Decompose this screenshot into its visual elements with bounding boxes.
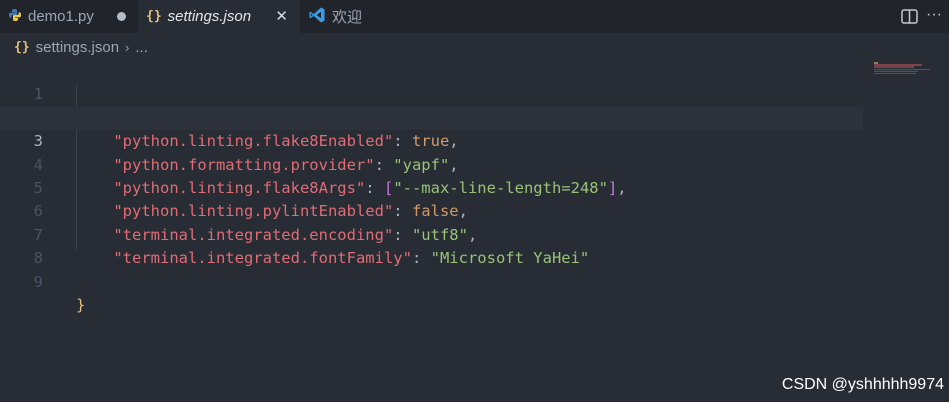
minimap-line (874, 72, 916, 75)
code-line-7: 7 "terminal.integrated.fontFamily": "Mic… (0, 200, 863, 267)
tab-label: settings.json (167, 7, 252, 25)
json-braces-icon: {} (146, 8, 162, 24)
python-icon (8, 8, 22, 25)
line-number: 9 (33, 272, 43, 291)
tab-label: demo1.py (28, 8, 94, 25)
code-line-8: 8 (0, 224, 863, 267)
chevron-right-icon: › (125, 39, 130, 55)
code-line-3: 3 "python.formatting.provider": "yapf", (0, 106, 863, 174)
code-line-2: 2 "python.linting.flake8Enabled": true, (0, 83, 863, 150)
split-editor-button[interactable] (897, 4, 921, 28)
tab-demo1-py[interactable]: demo1.py (0, 0, 138, 33)
code-line-9: 9 } (0, 247, 863, 314)
code-line-4: 4 "python.linting.flake8Args": ["--max-l… (0, 130, 863, 197)
vscode-icon (308, 6, 326, 27)
tab-settings-json[interactable]: {} settings.json ✕ (138, 0, 300, 33)
breadcrumb: {} settings.json › ... (0, 33, 949, 61)
code-line-5: 5 "python.linting.pylintEnabled": false, (0, 154, 863, 220)
code-line-6: 6 "terminal.integrated.encoding": "utf8"… (0, 177, 863, 243)
more-actions-button[interactable]: ··· (923, 4, 945, 28)
code-line-1: 1 { (0, 60, 863, 126)
tab-bar: demo1.py {} settings.json ✕ 欢迎 ··· (0, 0, 949, 33)
brace-close: } (76, 296, 86, 314)
unsaved-dot-icon[interactable] (117, 12, 126, 21)
breadcrumb-file[interactable]: settings.json (36, 39, 119, 56)
tab-label: 欢迎 (332, 9, 363, 26)
minimap[interactable] (874, 62, 932, 76)
close-icon[interactable]: ✕ (275, 7, 288, 25)
json-braces-icon: {} (14, 39, 30, 55)
tab-welcome[interactable]: 欢迎 (300, 0, 390, 33)
watermark: CSDN @yshhhhh9974 (781, 376, 944, 393)
code-editor[interactable]: 1 { 2 "python.linting.flake8Enabled": tr… (0, 60, 949, 370)
breadcrumb-more[interactable]: ... (135, 39, 148, 56)
